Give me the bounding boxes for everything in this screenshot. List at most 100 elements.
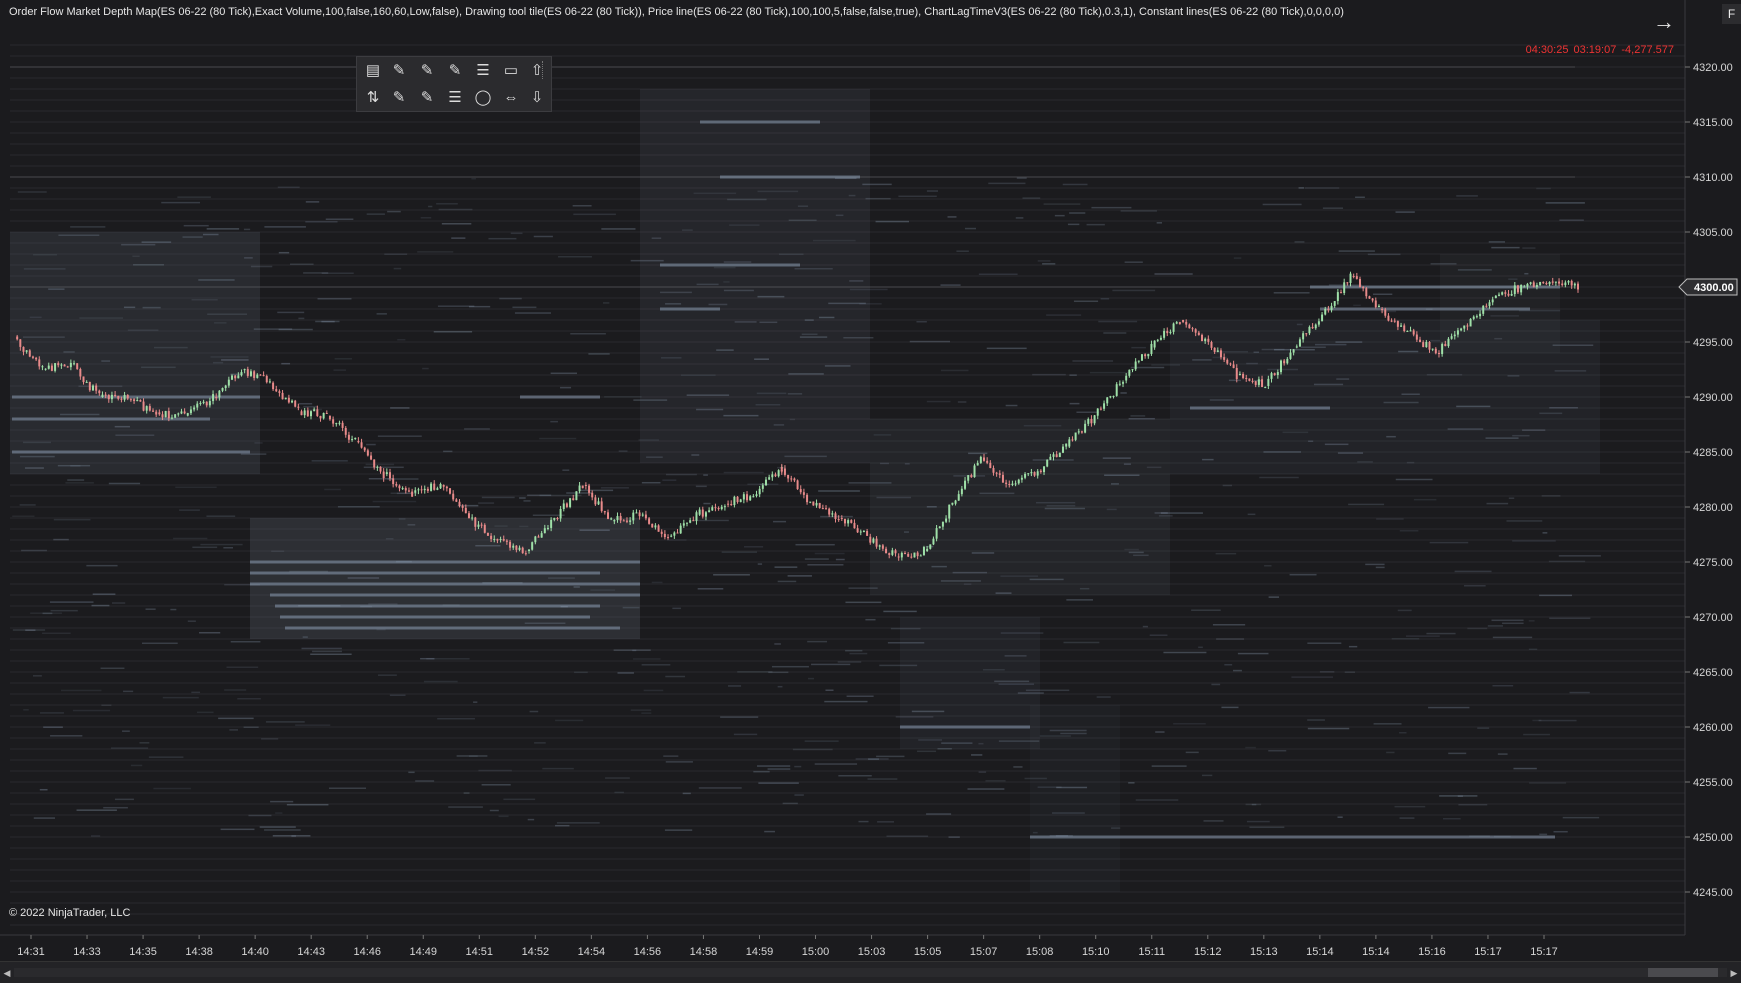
ruler-icon[interactable]: ▤: [361, 59, 385, 83]
candle-body: [793, 478, 796, 481]
depth-tick: [53, 538, 69, 541]
time-axis[interactable]: 14:31 14:33 14:35 14:38 14:40 14:43 14:46 14:49…: [17, 935, 1558, 958]
candle-body: [559, 508, 562, 519]
scroll-right-icon[interactable]: ▶: [1727, 962, 1741, 983]
depth-tick: [1298, 187, 1305, 189]
candle-body: [1501, 292, 1504, 295]
candle-body: [1482, 305, 1485, 314]
candle-body: [862, 531, 865, 533]
depth-tick: [1253, 379, 1262, 382]
candle-body: [1131, 369, 1134, 371]
candle-body: [1567, 280, 1570, 283]
depth-tick: [43, 726, 63, 728]
depth-tick: [366, 213, 385, 215]
candle-body: [205, 401, 208, 406]
depth-tick: [757, 190, 799, 193]
depth-tick: [1282, 431, 1309, 434]
depth-tick: [230, 640, 261, 643]
price-tick-label: 4255.00: [1693, 777, 1733, 789]
toolbar-grip[interactable]: [542, 61, 549, 79]
depth-tick: [1273, 292, 1310, 294]
depth-tick: [580, 489, 614, 492]
trend-channel-icon[interactable]: ✎: [387, 86, 411, 110]
depth-tick: [60, 689, 102, 692]
candle-body: [553, 517, 556, 520]
depth-tick: [1221, 706, 1239, 709]
candle-body: [294, 400, 297, 407]
depth-tick: [78, 385, 123, 388]
depth-tick: [395, 560, 412, 563]
time-tick-label: 14:56: [634, 946, 662, 958]
depth-tick: [1454, 570, 1492, 573]
depth-tick: [512, 306, 537, 309]
candle-body: [891, 550, 894, 555]
rectangle-icon[interactable]: ▭: [499, 59, 523, 83]
fibonacci-icon[interactable]: ☰: [471, 59, 495, 83]
depth-tick: [443, 450, 453, 453]
depth-tick: [377, 435, 422, 437]
depth-tick: [550, 372, 577, 375]
price-tick-label: 4305.00: [1693, 227, 1733, 239]
depth-bar: [12, 450, 250, 454]
buy-sell-icon[interactable]: ⇅: [361, 86, 385, 110]
chart-plot[interactable]: 4320.00 4315.00 4310.00 4305.00 4300.00 4295.…: [0, 0, 1741, 983]
depth-tick: [1348, 503, 1385, 506]
ellipse-icon[interactable]: ◯: [471, 86, 495, 110]
candle-body: [1330, 305, 1333, 311]
depth-tick: [162, 696, 199, 699]
chart-window[interactable]: 4320.00 4315.00 4310.00 4305.00 4300.00 4295.…: [0, 0, 1741, 983]
arrow-right-icon[interactable]: →: [1652, 8, 1676, 36]
candle-body: [313, 409, 316, 412]
candle-body: [1093, 415, 1096, 424]
depth-tick: [898, 195, 937, 198]
candle-body: [1279, 360, 1282, 373]
price-axis[interactable]: 4320.00 4315.00 4310.00 4305.00 4300.00 4295.…: [1685, 62, 1733, 899]
candle-body: [199, 402, 202, 404]
arrow-down-icon[interactable]: ⇩: [525, 86, 549, 110]
scroll-left-icon[interactable]: ◀: [0, 962, 14, 983]
depth-tick: [456, 755, 488, 757]
depth-tick: [441, 223, 472, 225]
candle-body: [1219, 350, 1222, 358]
candle-body: [685, 522, 688, 524]
candle-body: [1573, 283, 1576, 286]
drawing-tool-tile[interactable]: ▤ ✎ ✎ ✎ ☰ ▭ ⇧ ⇅ ✎ ✎ ☰ ◯ ⇔ ⇩: [356, 56, 552, 112]
candle-body: [66, 366, 69, 368]
depth-tick: [261, 738, 279, 740]
depth-tick: [442, 604, 460, 606]
depth-tick: [23, 268, 66, 270]
depth-tick: [324, 488, 341, 491]
andrews-icon[interactable]: ✎: [415, 86, 439, 110]
scroll-thumb[interactable]: [1648, 968, 1718, 977]
ray-icon[interactable]: ✎: [415, 59, 439, 83]
candle-body: [973, 465, 976, 478]
line-icon[interactable]: ✎: [387, 59, 411, 83]
depth-tick: [1072, 360, 1114, 362]
scroll-track[interactable]: [14, 968, 1727, 977]
depth-tick: [130, 764, 143, 767]
depth-tick: [590, 589, 616, 591]
depth-tick: [254, 442, 263, 444]
candle-body: [493, 538, 496, 540]
depth-tick: [1304, 187, 1340, 189]
depth-tick: [1490, 315, 1519, 317]
f-button[interactable]: F: [1722, 4, 1741, 24]
horizontal-lines-icon[interactable]: ☰: [443, 86, 467, 110]
extended-line-icon[interactable]: ✎: [443, 59, 467, 83]
depth-tick: [1391, 638, 1420, 640]
depth-tick: [360, 605, 373, 608]
candle-body: [411, 491, 414, 497]
depth-tick: [101, 704, 112, 707]
candle-body: [22, 346, 25, 352]
candle-body: [31, 356, 34, 358]
candle-body: [1036, 471, 1039, 476]
depth-bar: [660, 307, 720, 311]
arrow-left-right-icon[interactable]: ⇔: [499, 86, 523, 110]
horizontal-scrollbar[interactable]: ◀ ▶: [0, 961, 1741, 983]
time-tick-label: 14:59: [746, 946, 774, 958]
depth-tick: [305, 221, 338, 223]
candle-body: [1068, 439, 1071, 447]
depth-tick: [1062, 183, 1088, 186]
candle-body: [730, 503, 733, 506]
depth-tick: [1023, 424, 1062, 427]
